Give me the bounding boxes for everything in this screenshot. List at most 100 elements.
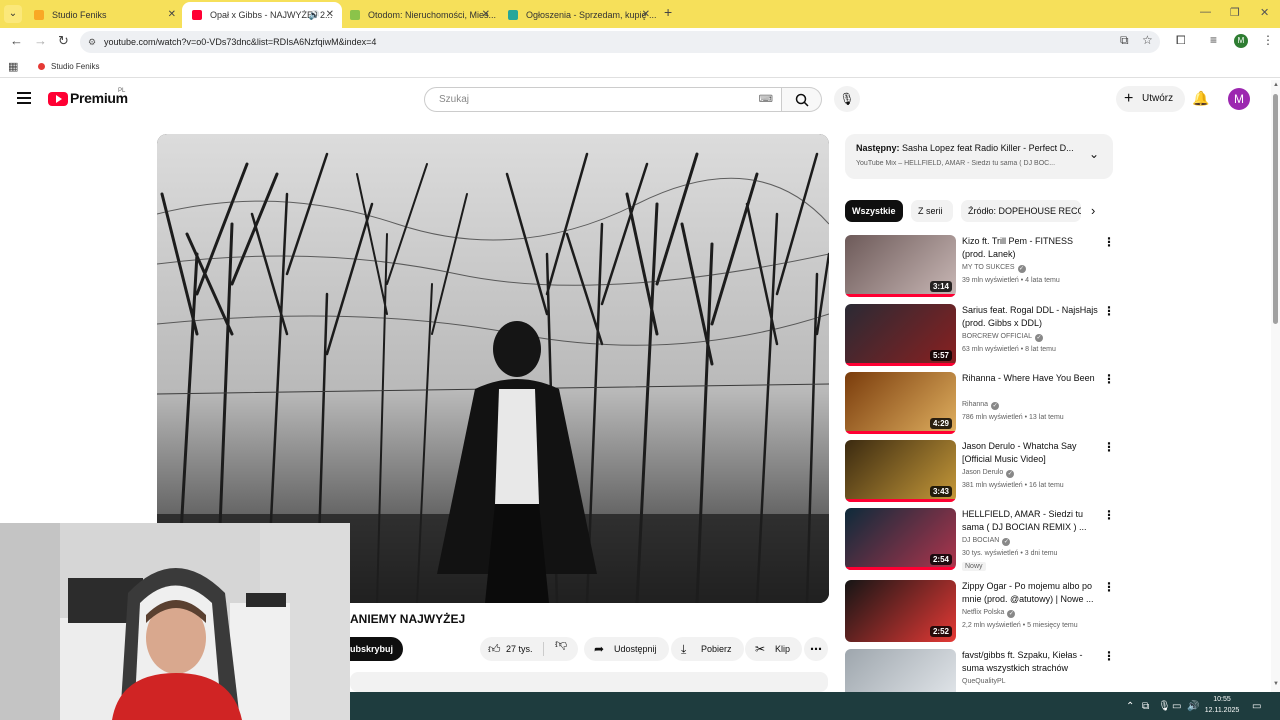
more-options-icon[interactable]: ⋮ bbox=[1103, 650, 1115, 662]
browser-tab-1[interactable]: Studio Feniks ✕ bbox=[24, 2, 184, 28]
browser-tab-4[interactable]: Ogłoszenia - Sprzedam, kupię ... ✕ bbox=[498, 2, 658, 28]
more-options-icon[interactable]: ⋮ bbox=[1103, 441, 1115, 453]
youtube-logo-icon[interactable] bbox=[48, 92, 68, 106]
filter-chips: Wszystkie Z serii Źródło: DOPEHOUSE RECO… bbox=[845, 200, 1115, 222]
video-thumbnail[interactable]: 3:14 bbox=[845, 235, 956, 297]
playlist-panel[interactable]: Następny: Sasha Lopez feat Radio Killer … bbox=[845, 134, 1113, 179]
recommendation-item[interactable]: 2:54 HELLFIELD, AMAR - Siedzi tu sama ( D… bbox=[845, 508, 1115, 572]
share-button[interactable]: ➦ Udostępnij bbox=[584, 637, 669, 661]
scrollbar-thumb[interactable] bbox=[1273, 94, 1278, 324]
subscribe-button[interactable]: ubskrybuj bbox=[350, 637, 404, 661]
browser-tab-2-active[interactable]: Opał x Gibbs - NAJWYŻEJ 2... 🔊 ✕ bbox=[182, 2, 342, 28]
recommendation-title[interactable]: Jason Derulo - Whatcha Say [Official Mus… bbox=[962, 440, 1098, 466]
verified-check-icon: ✓ bbox=[1002, 538, 1011, 546]
channel-name[interactable]: DJ BOCIAN ✓ bbox=[962, 537, 1011, 546]
install-app-icon[interactable]: ⧉ bbox=[1120, 33, 1129, 48]
recommendation-item[interactable]: 3:14 Kizo ft. Trill Pem - FITNESS (prod. … bbox=[845, 235, 1115, 299]
restore-icon[interactable]: ❐ bbox=[1230, 6, 1240, 19]
create-button[interactable]: + Utwórz bbox=[1116, 86, 1186, 112]
tab-search-icon[interactable]: ⌄ bbox=[4, 5, 22, 23]
browser-menu-icon[interactable]: ⋮ bbox=[1262, 33, 1274, 47]
more-actions-icon[interactable]: ⋯ bbox=[804, 637, 828, 661]
video-thumbnail[interactable]: 2:52 bbox=[845, 580, 956, 642]
recommendation-item[interactable]: 4:29 Rihanna - Where Have You Been Rihanna… bbox=[845, 372, 1115, 436]
close-icon[interactable]: ✕ bbox=[168, 2, 176, 28]
tray-expand-icon[interactable]: ⌃ bbox=[1126, 701, 1134, 712]
recommendation-title[interactable]: Kizo ft. Trill Pem - FITNESS (prod. Lane… bbox=[962, 235, 1098, 261]
channel-label: Rihanna bbox=[962, 401, 989, 408]
search-input[interactable]: Szukaj ⌨ bbox=[424, 87, 782, 112]
microphone-tray-icon[interactable]: 🎙 bbox=[1158, 701, 1171, 712]
notification-center-icon[interactable]: ▭ bbox=[1252, 701, 1261, 712]
bookmark-star-icon[interactable]: ☆ bbox=[1142, 33, 1153, 47]
browser-profile-avatar[interactable]: M bbox=[1234, 34, 1248, 48]
recommendation-title[interactable]: Rihanna - Where Have You Been bbox=[962, 372, 1098, 385]
chip-all[interactable]: Wszystkie bbox=[845, 200, 903, 222]
recommendation-title[interactable]: Zippy Ogar - Po mojemu albo po mnie (pro… bbox=[962, 580, 1098, 606]
more-options-icon[interactable]: ⋮ bbox=[1103, 373, 1115, 385]
apps-grid-icon[interactable]: ▦ bbox=[8, 60, 18, 73]
more-options-icon[interactable]: ⋮ bbox=[1103, 581, 1115, 593]
tab-favicon bbox=[508, 10, 518, 20]
speaker-icon[interactable]: 🔊 bbox=[309, 2, 320, 28]
recommendation-title[interactable]: HELLFIELD, AMAR - Siedzi tu sama ( DJ BO… bbox=[962, 508, 1098, 534]
media-control-icon[interactable]: ≡ bbox=[1210, 33, 1217, 47]
channel-name[interactable]: Netflix Polska ✓ bbox=[962, 609, 1016, 618]
more-options-icon[interactable]: ⋮ bbox=[1103, 236, 1115, 248]
forward-icon[interactable]: → bbox=[34, 33, 47, 48]
search-button[interactable] bbox=[782, 87, 822, 112]
extensions-icon[interactable]: ⧠ bbox=[1176, 33, 1186, 48]
recommendation-item[interactable]: 3:43 Jason Derulo - Whatcha Say [Official… bbox=[845, 440, 1115, 504]
like-button[interactable]: 👍︎ 27 tys. bbox=[480, 637, 542, 661]
notifications-bell-icon[interactable]: 🔔 bbox=[1192, 90, 1209, 107]
url-field[interactable]: ⚙ youtube.com/watch?v=o0-VDs73dnc&list=R… bbox=[80, 31, 1160, 53]
minimize-icon[interactable]: — bbox=[1200, 6, 1211, 18]
clip-button[interactable]: ✂ Klip bbox=[745, 637, 803, 661]
tray-app-icon[interactable]: ⧉ bbox=[1142, 701, 1149, 712]
recommendation-item[interactable]: 2:52 Zippy Ogar - Po mojemu albo po mnie … bbox=[845, 580, 1115, 644]
recommendation-title[interactable]: favst/gibbs ft. Szpaku, Kiełas - suma ws… bbox=[962, 649, 1098, 675]
scroll-up-icon[interactable]: ▲ bbox=[1273, 82, 1279, 88]
more-options-icon[interactable]: ⋮ bbox=[1103, 509, 1115, 521]
more-options-icon[interactable]: ⋮ bbox=[1103, 305, 1115, 317]
bookmark-studio-feniks[interactable]: Studio Feniks bbox=[38, 62, 99, 71]
network-icon[interactable]: ▭ bbox=[1172, 701, 1181, 712]
hamburger-menu-icon[interactable] bbox=[17, 92, 31, 104]
video-thumbnail[interactable]: 4:29 bbox=[845, 372, 956, 434]
browser-tab-3[interactable]: Otodom: Nieruchomości, Mies... ✕ bbox=[340, 2, 498, 28]
chip-source[interactable]: Źródło: DOPEHOUSE RECO bbox=[961, 200, 1081, 222]
video-thumbnail[interactable]: 2:54 bbox=[845, 508, 956, 570]
window-close-icon[interactable]: ✕ bbox=[1260, 6, 1269, 19]
channel-name[interactable]: MY TO SUKCES ✓ bbox=[962, 264, 1026, 273]
microphone-icon[interactable]: 🎙 bbox=[834, 86, 860, 112]
back-icon[interactable]: ← bbox=[10, 33, 23, 48]
page-scrollbar[interactable] bbox=[1271, 80, 1280, 692]
account-avatar[interactable]: M bbox=[1228, 88, 1250, 110]
description-box[interactable] bbox=[350, 672, 828, 692]
channel-name[interactable]: Rihanna ✓ bbox=[962, 401, 1000, 410]
new-tab-button[interactable]: + bbox=[664, 4, 672, 20]
close-icon[interactable]: ✕ bbox=[326, 2, 334, 28]
search-placeholder: Szukaj bbox=[439, 94, 470, 105]
chip-series[interactable]: Z serii bbox=[911, 200, 953, 222]
volume-icon[interactable]: 🔊 bbox=[1187, 701, 1199, 712]
recommendation-title[interactable]: Sarius feat. Rogal DDL - NajsHajs (prod.… bbox=[962, 304, 1098, 330]
download-button[interactable]: ⤓ Pobierz bbox=[671, 637, 744, 661]
close-icon[interactable]: ✕ bbox=[482, 2, 490, 28]
dislike-button[interactable]: 👎︎ bbox=[544, 637, 578, 661]
scroll-down-icon[interactable]: ▼ bbox=[1273, 681, 1279, 687]
site-info-icon[interactable]: ⚙ bbox=[88, 31, 96, 53]
channel-name[interactable]: QueQualityPL bbox=[962, 678, 1006, 685]
reload-icon[interactable]: ↻ bbox=[58, 33, 69, 49]
video-thumbnail[interactable]: 3:43 bbox=[845, 440, 956, 502]
chevron-down-icon[interactable]: ⌄ bbox=[1089, 147, 1099, 161]
channel-name[interactable]: BORCREW OFFICIAL ✓ bbox=[962, 333, 1044, 342]
close-icon[interactable]: ✕ bbox=[642, 2, 650, 28]
channel-name[interactable]: Jason Derulo ✓ bbox=[962, 469, 1015, 478]
taskbar-clock[interactable]: 10:55 12.11.2025 bbox=[1202, 694, 1242, 716]
channel-label: DJ BOCIAN bbox=[962, 537, 1000, 544]
keyboard-icon[interactable]: ⌨ bbox=[759, 88, 773, 111]
chevron-right-icon[interactable]: › bbox=[1091, 203, 1095, 218]
recommendation-item[interactable]: 5:57 Sarius feat. Rogal DDL - NajsHajs (p… bbox=[845, 304, 1115, 368]
video-thumbnail[interactable]: 5:57 bbox=[845, 304, 956, 366]
